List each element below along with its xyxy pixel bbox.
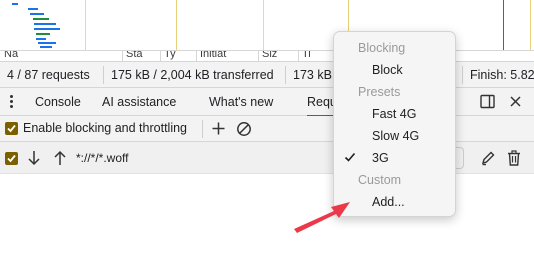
menu-group-blocking: Blocking bbox=[334, 37, 455, 59]
request-count: 4 / 87 requests bbox=[7, 68, 90, 82]
kebab-menu-icon[interactable] bbox=[9, 95, 15, 109]
arrow-up-icon[interactable] bbox=[53, 150, 67, 166]
annotation-arrow bbox=[294, 202, 350, 233]
column-size[interactable]: Siz bbox=[262, 51, 277, 60]
edit-icon[interactable] bbox=[480, 150, 496, 166]
menu-item-slow-4g-label[interactable]: Slow 4G bbox=[372, 129, 419, 143]
arrow-down-icon[interactable] bbox=[27, 150, 41, 166]
pattern-enabled-checkbox[interactable] bbox=[5, 152, 18, 165]
delete-icon[interactable] bbox=[507, 150, 521, 166]
menu-item-block-label[interactable]: Block bbox=[372, 63, 403, 77]
tab-whats-new[interactable]: What's new bbox=[209, 95, 273, 109]
transferred-size: 175 kB / 2,004 kB transferred bbox=[111, 68, 274, 82]
menu-item-block[interactable]: Block bbox=[334, 59, 455, 81]
enable-blocking-label[interactable]: Enable blocking and throttling bbox=[23, 121, 187, 135]
enable-blocking-checkbox[interactable] bbox=[5, 122, 18, 135]
menu-item-3g[interactable]: 3G bbox=[334, 147, 455, 169]
menu-item-add-label[interactable]: Add... bbox=[372, 195, 405, 209]
resources-size: 173 kB bbox=[293, 68, 332, 82]
menu-item-fast-4g-label[interactable]: Fast 4G bbox=[372, 107, 416, 121]
add-icon[interactable] bbox=[211, 121, 226, 136]
column-name[interactable]: Na bbox=[4, 51, 18, 60]
menu-group-blocking-label: Blocking bbox=[358, 41, 406, 55]
menu-item-slow-4g[interactable]: Slow 4G bbox=[334, 125, 455, 147]
menu-item-fast-4g[interactable]: Fast 4G bbox=[334, 103, 455, 125]
tab-console[interactable]: Console bbox=[35, 95, 81, 109]
checkmark-icon bbox=[344, 152, 356, 162]
column-initiator[interactable]: Initiat bbox=[200, 51, 226, 60]
menu-group-custom: Custom bbox=[334, 169, 455, 191]
finish-time: Finish: 5.82 bbox=[470, 68, 534, 82]
throttling-dropdown-menu: Blocking Block Presets Fast 4G Slow 4G 3… bbox=[333, 31, 456, 217]
column-type[interactable]: Ty bbox=[164, 51, 176, 60]
menu-group-presets: Presets bbox=[334, 81, 455, 103]
close-icon[interactable] bbox=[509, 95, 522, 108]
menu-group-presets-label: Presets bbox=[358, 85, 401, 99]
dock-side-icon[interactable] bbox=[480, 94, 495, 109]
menu-group-custom-label: Custom bbox=[358, 173, 402, 187]
clear-icon[interactable] bbox=[236, 121, 252, 137]
tab-ai-assistance[interactable]: AI assistance bbox=[102, 95, 176, 109]
menu-item-3g-label[interactable]: 3G bbox=[372, 151, 389, 165]
column-time[interactable]: Ti bbox=[302, 51, 311, 60]
pattern-text[interactable]: *://*/*.woff bbox=[76, 151, 128, 165]
column-status[interactable]: Sta bbox=[126, 51, 143, 60]
